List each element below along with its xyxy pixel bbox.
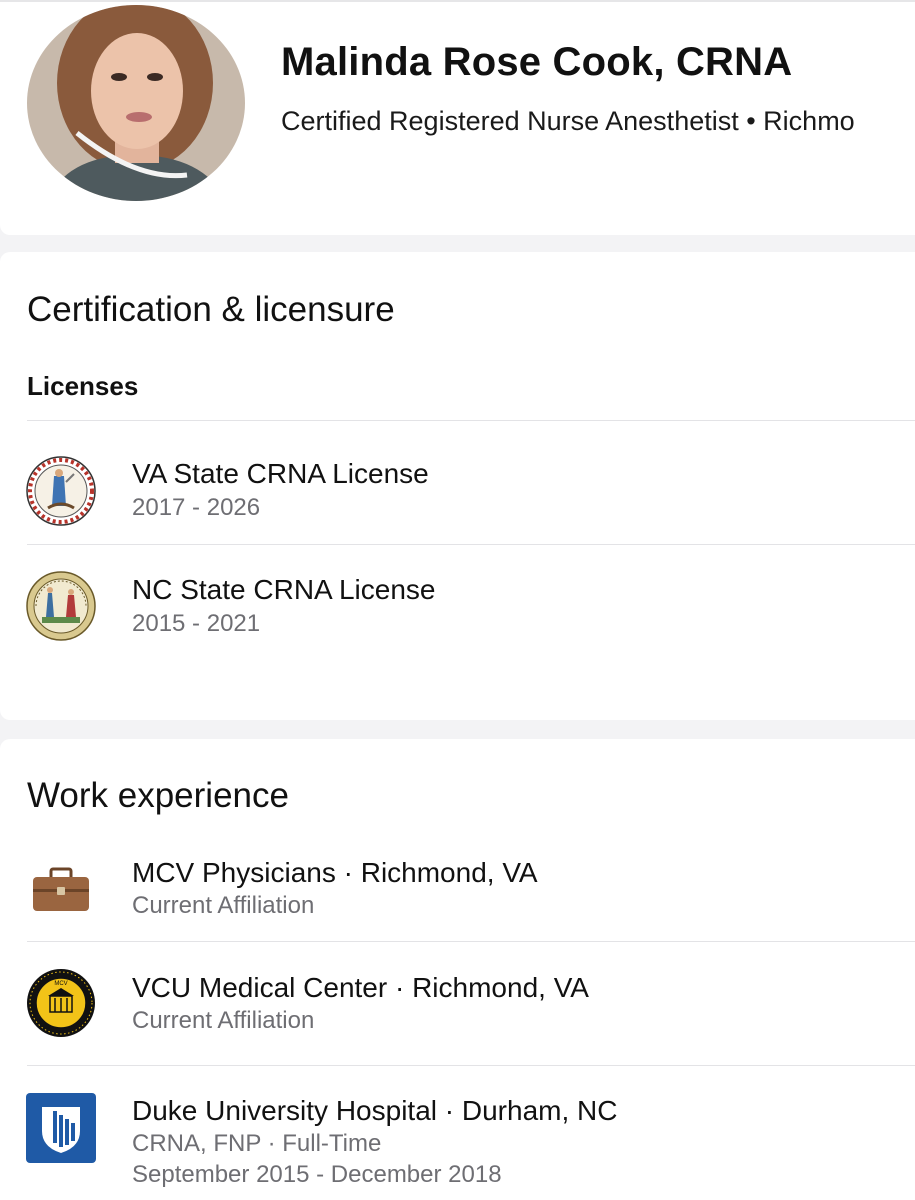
license-dates: 2017 - 2026 — [132, 494, 261, 521]
vcu-seal-icon: MCV 1838 — [26, 968, 96, 1038]
duke-shield-icon — [26, 1093, 96, 1163]
profile-name: Malinda Rose Cook, CRNA — [281, 40, 793, 84]
section-title-certification: Certification & licensure — [27, 290, 395, 329]
vcu-seal-year: 1838 — [54, 1021, 68, 1027]
work-title: Duke University Hospital · Durham, NC — [132, 1095, 618, 1126]
work-detail: CRNA, FNP · Full-Time — [132, 1130, 382, 1157]
profile-avatar[interactable] — [27, 5, 245, 201]
briefcase-icon — [26, 853, 96, 923]
licenses-heading: Licenses — [27, 371, 139, 401]
license-name: VA State CRNA License — [132, 458, 429, 489]
license-dates: 2015 - 2021 — [132, 610, 261, 637]
license-name: NC State CRNA License — [132, 574, 436, 605]
virginia-state-seal-icon — [26, 456, 96, 526]
work-item-vcu-medical-center[interactable]: MCV 1838 VCU Medical Center · Richmond, … — [0, 942, 915, 1065]
work-dates: September 2015 - December 2018 — [132, 1161, 502, 1188]
work-detail: Current Affiliation — [132, 1007, 315, 1034]
section-title-work: Work experience — [27, 776, 289, 815]
work-title: VCU Medical Center · Richmond, VA — [132, 972, 589, 1003]
work-item-mcv-physicians[interactable]: MCV Physicians · Richmond, VA Current Af… — [0, 838, 915, 941]
work-item-duke-university-hospital[interactable]: Duke University Hospital · Durham, NC CR… — [0, 1066, 915, 1200]
vcu-seal-text: MCV — [54, 981, 67, 987]
license-item-va-row[interactable]: VA State CRNA License 2017 - 2026 — [0, 420, 915, 544]
work-detail: Current Affiliation — [132, 892, 315, 919]
north-carolina-state-seal-icon — [26, 571, 96, 641]
work-title: MCV Physicians · Richmond, VA — [132, 857, 538, 888]
profile-header: Malinda Rose Cook, CRNA Certified Regist… — [0, 0, 915, 235]
license-item-nc[interactable]: NC State CRNA License 2015 - 2021 — [0, 545, 915, 669]
profile-subtitle: Certified Registered Nurse Anesthetist •… — [281, 106, 855, 136]
